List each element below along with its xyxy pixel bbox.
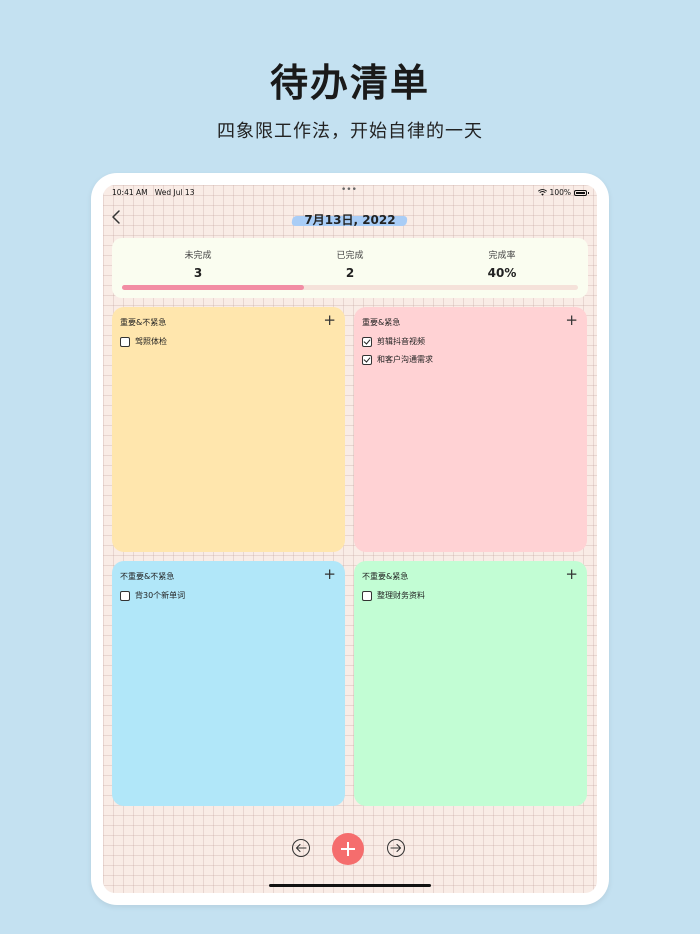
task-label: 整理财务资料 bbox=[377, 591, 425, 600]
stat-complete-label: 已完成 bbox=[336, 251, 364, 261]
checkbox[interactable] bbox=[362, 590, 372, 601]
stat-incomplete: 未完成 3 bbox=[148, 248, 248, 280]
task-item[interactable]: 和客户沟通需求 bbox=[362, 354, 433, 365]
date-text: 7月13日, 2022 bbox=[304, 213, 396, 227]
add-task-button[interactable] bbox=[332, 833, 364, 865]
task-item[interactable]: 驾照体检 bbox=[120, 336, 167, 347]
stat-rate-value: 40% bbox=[487, 266, 517, 280]
plus-icon[interactable]: + bbox=[323, 311, 336, 329]
hero-title: 待办清单 bbox=[269, 61, 430, 105]
bottom-toolbar bbox=[103, 833, 597, 869]
checkbox[interactable] bbox=[362, 354, 372, 365]
quadrant-important-not-urgent: 重要&不紧急 + 驾照体检 bbox=[112, 307, 345, 552]
quadrant-title: 重要&紧急 bbox=[362, 318, 401, 327]
status-date: Wed Jul 13 bbox=[154, 188, 195, 197]
hero-subtitle: 四象限工作法，开始自律的一天 bbox=[217, 121, 483, 142]
status-clock: 10:41 AM bbox=[112, 188, 148, 197]
stat-rate: 完成率 40% bbox=[452, 248, 552, 280]
task-label: 和客户沟通需求 bbox=[377, 355, 433, 364]
stat-incomplete-label: 未完成 bbox=[184, 251, 212, 261]
quadrant-title: 不重要&紧急 bbox=[362, 572, 409, 581]
stats-card: 未完成 3 已完成 2 完成率 40% bbox=[112, 238, 588, 298]
date-header: 7月13日, 2022 bbox=[103, 209, 597, 230]
plus-icon[interactable]: + bbox=[565, 311, 578, 329]
stat-rate-label: 完成率 bbox=[488, 251, 516, 261]
quadrant-title: 重要&不紧急 bbox=[120, 318, 167, 327]
task-item[interactable]: 整理财务资料 bbox=[362, 590, 425, 601]
quadrant-not-important-urgent: 不重要&紧急 + 整理财务资料 bbox=[354, 561, 587, 806]
quadrant-not-important-not-urgent: 不重要&不紧急 + 背30个新单词 bbox=[112, 561, 345, 806]
quadrant-title: 不重要&不紧急 bbox=[120, 572, 175, 581]
task-label: 背30个新单词 bbox=[135, 591, 186, 600]
arrow-right-circle-icon[interactable] bbox=[387, 839, 405, 857]
task-label: 驾照体检 bbox=[135, 337, 167, 346]
checkbox[interactable] bbox=[120, 336, 130, 347]
task-label: 剪辑抖音视频 bbox=[377, 337, 425, 346]
progress-fill bbox=[122, 285, 305, 290]
stat-complete-value: 2 bbox=[345, 266, 355, 280]
quadrant-important-urgent: 重要&紧急 + 剪辑抖音视频 和客户沟通需求 bbox=[354, 307, 587, 552]
battery-icon bbox=[574, 189, 589, 196]
status-bar: 10:41 AM Wed Jul 13 ••• 100% bbox=[103, 185, 597, 202]
status-right: 100% bbox=[537, 188, 589, 197]
task-item[interactable]: 剪辑抖音视频 bbox=[362, 336, 425, 347]
wifi-icon bbox=[537, 189, 547, 196]
multitask-dots-icon[interactable]: ••• bbox=[341, 185, 357, 195]
tablet-frame: 10:41 AM Wed Jul 13 ••• 100% 7月13日, 2022… bbox=[91, 173, 609, 905]
stat-incomplete-value: 3 bbox=[193, 266, 203, 280]
checkbox[interactable] bbox=[120, 590, 130, 601]
battery-percent: 100% bbox=[549, 188, 571, 197]
stat-complete: 已完成 2 bbox=[300, 248, 400, 280]
task-item[interactable]: 背30个新单词 bbox=[120, 590, 185, 601]
progress-bar bbox=[122, 285, 578, 290]
plus-icon[interactable]: + bbox=[565, 565, 578, 583]
home-indicator[interactable] bbox=[269, 884, 431, 887]
date-title[interactable]: 7月13日, 2022 bbox=[296, 209, 403, 230]
arrow-left-circle-icon[interactable] bbox=[292, 839, 310, 857]
app-screen: 10:41 AM Wed Jul 13 ••• 100% 7月13日, 2022… bbox=[103, 185, 597, 893]
status-time: 10:41 AM Wed Jul 13 bbox=[112, 188, 194, 197]
plus-icon[interactable]: + bbox=[323, 565, 336, 583]
checkbox[interactable] bbox=[362, 336, 372, 347]
